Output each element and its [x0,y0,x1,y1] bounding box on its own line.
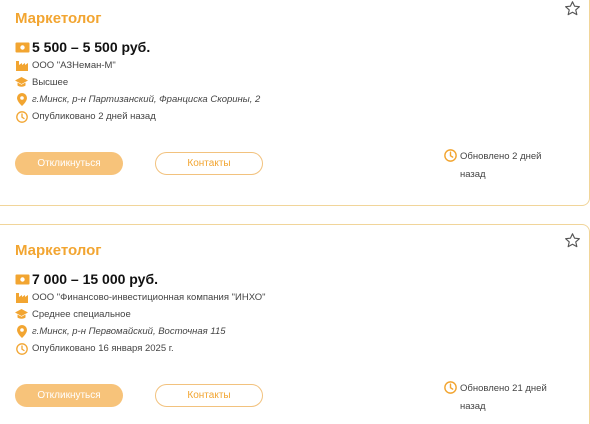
published-row: Опубликовано 16 января 2025 г. [15,342,174,355]
updated-text: Обновлено 21 дней назад [460,383,547,412]
clock-icon [444,149,457,162]
address-text: г.Минск, р-н Партизанский, Франциска Ско… [32,94,261,105]
vacancy-title[interactable]: Маркетолог [15,242,102,259]
building-icon [15,291,28,304]
updated-text: Обновлено 2 дней назад [460,151,542,180]
apply-button[interactable]: Откликнуться [15,152,123,175]
clock-icon [15,110,28,123]
company-row: ООО "АЗНеман-М" [15,59,116,72]
salary: 7 000 – 15 000 руб. [15,271,158,287]
education-row: Среднее специальное [15,308,131,321]
clock-icon [444,381,457,394]
graduation-cap-icon [15,76,28,89]
education-row: Высшее [15,76,68,89]
published-row: Опубликовано 2 дней назад [15,110,156,123]
apply-button[interactable]: Откликнуться [15,384,123,407]
salary-text: 7 000 – 15 000 руб. [32,271,158,287]
graduation-cap-icon [15,308,28,321]
published-text: Опубликовано 2 дней назад [32,111,156,122]
contacts-button[interactable]: Контакты [155,384,263,407]
location-pin-icon [15,325,28,338]
money-icon [15,42,30,52]
education-text: Высшее [32,77,69,88]
address-text: г.Минск, р-н Первомайский, Восточная 115 [32,326,226,337]
salary-text: 5 500 – 5 500 руб. [32,39,151,55]
address-row: г.Минск, р-н Первомайский, Восточная 115 [15,325,226,338]
salary: 5 500 – 5 500 руб. [15,39,150,55]
company-row: ООО "Финансово-инвестиционная компания "… [15,291,265,304]
published-text: Опубликовано 16 января 2025 г. [32,343,174,354]
location-pin-icon [15,93,28,106]
updated-info: Обновлено 21 дней назад [444,380,564,416]
education-text: Среднее специальное [32,309,131,320]
address-row: г.Минск, р-н Партизанский, Франциска Ско… [15,93,260,106]
vacancy-title[interactable]: Маркетолог [15,10,102,27]
contacts-button[interactable]: Контакты [155,152,263,175]
company-name[interactable]: ООО "Финансово-инвестиционная компания "… [32,292,265,303]
vacancy-card[interactable]: Маркетолог 5 500 – 5 500 руб. ООО "АЗНем… [0,0,590,206]
clock-icon [15,342,28,355]
star-icon[interactable] [564,232,581,249]
company-name[interactable]: ООО "АЗНеман-М" [32,60,116,71]
money-icon [15,274,30,284]
building-icon [15,59,28,72]
vacancy-card[interactable]: Маркетолог 7 000 – 15 000 руб. ООО "Фина… [0,224,590,424]
star-icon[interactable] [564,0,581,17]
updated-info: Обновлено 2 дней назад [444,148,564,184]
